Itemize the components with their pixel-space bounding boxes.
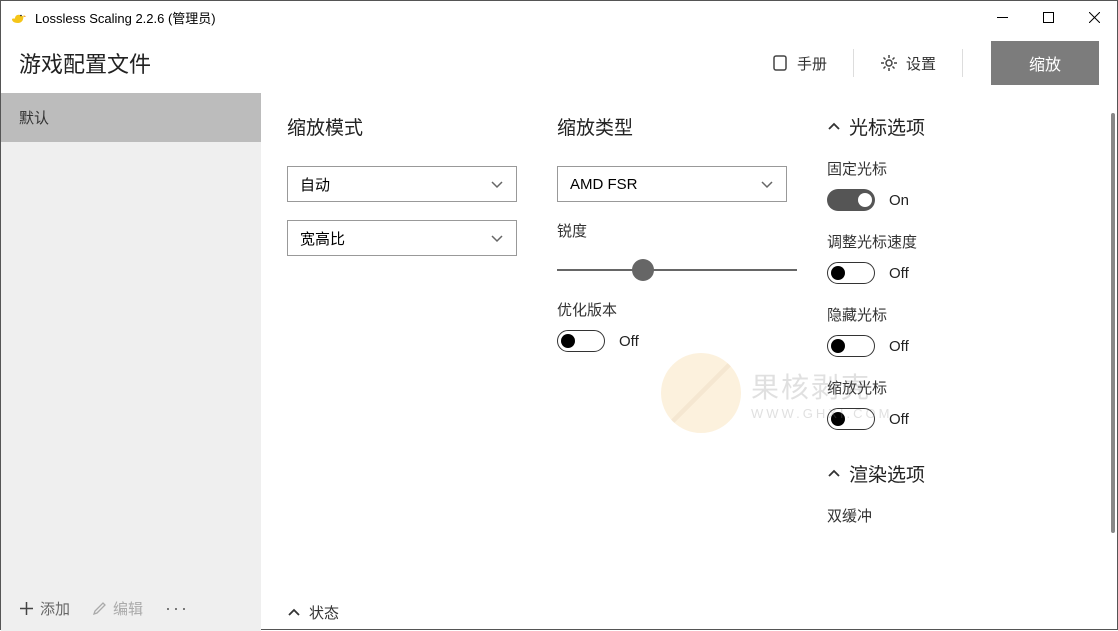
header: 游戏配置文件 手册 设置 缩放: [1, 33, 1117, 93]
hide-cursor-label: 隐藏光标: [827, 304, 1085, 325]
hide-cursor-state: Off: [889, 338, 909, 355]
cursor-section-label: 光标选项: [849, 113, 925, 140]
manual-button[interactable]: 手册: [759, 47, 839, 80]
optimized-label: 优化版本: [557, 299, 807, 320]
more-button[interactable]: ···: [165, 598, 189, 619]
add-profile-button[interactable]: 添加: [19, 598, 70, 619]
plus-icon: [19, 601, 34, 616]
edit-profile-button[interactable]: 编辑: [92, 598, 143, 619]
hide-cursor-toggle[interactable]: [827, 335, 875, 357]
chevron-up-icon: [287, 606, 301, 620]
double-buffer-label: 双缓冲: [827, 505, 1085, 526]
chevron-down-icon: [490, 231, 504, 245]
vertical-scrollbar[interactable]: [1111, 113, 1115, 533]
settings-label: 设置: [906, 53, 936, 74]
status-expand[interactable]: 状态: [287, 602, 339, 623]
sidebar-item-default[interactable]: 默认: [1, 93, 261, 142]
separator: [853, 49, 854, 77]
optimized-toggle[interactable]: [557, 330, 605, 352]
scaling-mode-select[interactable]: 自动: [287, 166, 517, 202]
sharpness-label: 锐度: [557, 220, 807, 241]
add-label: 添加: [40, 598, 70, 619]
book-icon: [771, 54, 789, 72]
titlebar: Lossless Scaling 2.2.6 (管理员): [1, 1, 1117, 33]
scaling-mode-column: 缩放模式 自动 宽高比: [287, 113, 537, 631]
separator: [962, 49, 963, 77]
gear-icon: [880, 54, 898, 72]
page-title: 游戏配置文件: [19, 47, 151, 79]
slider-thumb[interactable]: [632, 259, 654, 281]
sharpness-slider[interactable]: [557, 269, 797, 271]
fixed-cursor-label: 固定光标: [827, 158, 1085, 179]
scale-cursor-label: 缩放光标: [827, 377, 1085, 398]
render-section-label: 渲染选项: [849, 460, 925, 487]
aspect-ratio-select[interactable]: 宽高比: [287, 220, 517, 256]
chevron-up-icon: [827, 120, 841, 134]
close-button[interactable]: [1071, 1, 1117, 33]
optimized-state: Off: [619, 333, 639, 350]
sidebar-actions: 添加 编辑 ···: [1, 586, 261, 631]
scale-button[interactable]: 缩放: [991, 41, 1099, 85]
content: 缩放模式 自动 宽高比 缩放类型 AMD FSR 锐度 优化版本: [261, 93, 1117, 631]
scaling-mode-value: 自动: [300, 174, 330, 195]
fixed-cursor-toggle[interactable]: [827, 189, 875, 211]
status-label: 状态: [309, 602, 339, 623]
sidebar: 默认 添加 编辑 ···: [1, 93, 261, 631]
scaling-type-value: AMD FSR: [570, 176, 638, 193]
scaling-type-title: 缩放类型: [557, 113, 807, 140]
minimize-button[interactable]: [979, 1, 1025, 33]
scaling-type-column: 缩放类型 AMD FSR 锐度 优化版本 Off: [557, 113, 807, 631]
window-title: Lossless Scaling 2.2.6 (管理员): [35, 8, 216, 27]
chevron-up-icon: [827, 467, 841, 481]
settings-button[interactable]: 设置: [868, 47, 948, 80]
app-icon: [9, 8, 27, 26]
scaling-mode-title: 缩放模式: [287, 113, 537, 140]
scale-cursor-state: Off: [889, 411, 909, 428]
chevron-down-icon: [760, 177, 774, 191]
cursor-section-header[interactable]: 光标选项: [827, 113, 1085, 140]
adjust-speed-toggle[interactable]: [827, 262, 875, 284]
maximize-button[interactable]: [1025, 1, 1071, 33]
scaling-type-select[interactable]: AMD FSR: [557, 166, 787, 202]
chevron-down-icon: [490, 177, 504, 191]
main: 默认 添加 编辑 ··· 缩放模式 自动 宽高比: [1, 93, 1117, 631]
aspect-ratio-value: 宽高比: [300, 228, 345, 249]
pencil-icon: [92, 601, 107, 616]
fixed-cursor-state: On: [889, 192, 909, 209]
edit-label: 编辑: [113, 598, 143, 619]
manual-label: 手册: [797, 53, 827, 74]
adjust-speed-label: 调整光标速度: [827, 231, 1085, 252]
adjust-speed-state: Off: [889, 265, 909, 282]
scale-cursor-toggle[interactable]: [827, 408, 875, 430]
render-section-header[interactable]: 渲染选项: [827, 460, 1085, 487]
options-column: 光标选项 固定光标 On 调整光标速度 Off 隐藏光标 Off 缩放光标 Of…: [827, 113, 1107, 631]
